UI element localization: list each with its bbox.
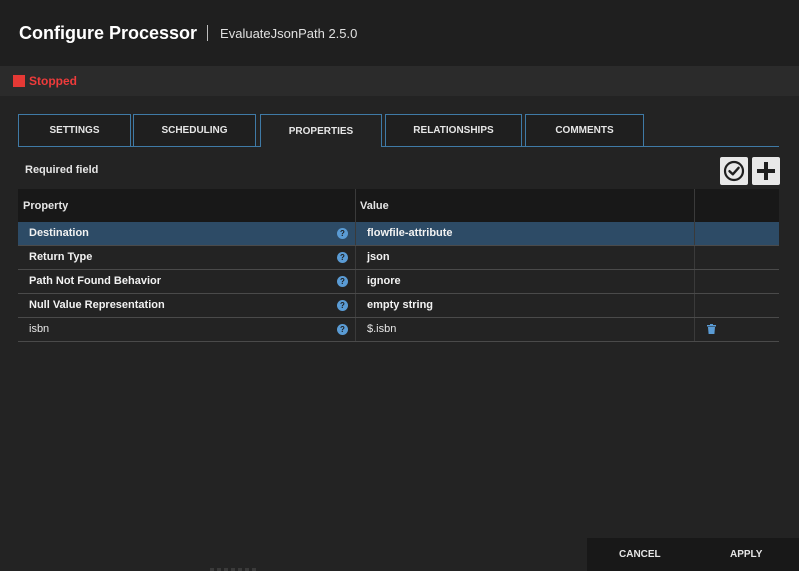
property-value: flowfile-attribute — [367, 227, 453, 239]
property-name: Return Type — [29, 251, 93, 263]
table-row[interactable]: Null Value Representation ? empty string — [18, 294, 779, 318]
property-value: $.isbn — [367, 323, 397, 335]
tab-properties[interactable]: PROPERTIES — [260, 114, 382, 147]
table-header: Property Value — [18, 189, 779, 222]
tab-relationships[interactable]: RELATIONSHIPS — [385, 114, 522, 146]
property-name-cell: Return Type ? — [18, 246, 356, 269]
check-circle-icon — [723, 160, 745, 182]
property-name: Null Value Representation — [29, 299, 165, 311]
dialog-title: Configure Processor — [19, 22, 198, 43]
actions-cell — [695, 270, 779, 293]
help-icon[interactable]: ? — [337, 252, 348, 263]
tab-label: SETTINGS — [49, 125, 100, 136]
tab-label: SCHEDULING — [161, 125, 228, 136]
tab-comments[interactable]: COMMENTS — [525, 114, 644, 146]
property-name-cell: Path Not Found Behavior ? — [18, 270, 356, 293]
help-icon[interactable]: ? — [337, 300, 348, 311]
cancel-button[interactable]: CANCEL — [619, 549, 661, 560]
dialog-footer: CANCEL APPLY — [587, 538, 799, 571]
actions-cell — [695, 318, 779, 341]
property-value-cell[interactable]: flowfile-attribute — [356, 222, 695, 245]
tab-scheduling[interactable]: SCHEDULING — [133, 114, 256, 146]
title-divider — [207, 25, 209, 41]
verify-button[interactable] — [720, 157, 748, 185]
table-row[interactable]: Path Not Found Behavior ? ignore — [18, 270, 779, 294]
table-row[interactable]: Return Type ? json — [18, 246, 779, 270]
status-bar: Stopped — [0, 66, 799, 96]
processor-type-version: EvaluateJsonPath 2.5.0 — [220, 25, 358, 41]
tab-label: COMMENTS — [555, 125, 614, 136]
help-icon[interactable]: ? — [337, 324, 348, 335]
help-icon[interactable]: ? — [337, 276, 348, 287]
property-value-cell[interactable]: json — [356, 246, 695, 269]
tab-settings[interactable]: SETTINGS — [18, 114, 131, 146]
column-header-actions — [695, 189, 779, 222]
tab-label: RELATIONSHIPS — [413, 125, 494, 136]
properties-table: Property Value Destination ? flowfile-at… — [18, 189, 779, 342]
property-name: isbn — [29, 323, 50, 335]
column-header-property[interactable]: Property — [18, 189, 356, 222]
trash-icon[interactable] — [707, 324, 716, 334]
apply-button[interactable]: APPLY — [730, 549, 762, 560]
property-value: json — [367, 251, 390, 263]
column-header-value[interactable]: Value — [356, 189, 695, 222]
dialog-header: Configure Processor EvaluateJsonPath 2.5… — [0, 0, 799, 66]
actions-cell — [695, 246, 779, 269]
property-name-cell: Destination ? — [18, 222, 356, 245]
required-field-label: Required field — [25, 164, 99, 176]
property-value-cell[interactable]: $.isbn — [356, 318, 695, 341]
actions-cell — [695, 294, 779, 317]
property-value: ignore — [367, 275, 401, 287]
property-value: empty string — [367, 299, 434, 311]
stopped-icon — [13, 75, 25, 87]
property-name-cell: isbn ? — [18, 318, 356, 341]
tab-label: PROPERTIES — [288, 125, 354, 137]
property-value-cell[interactable]: ignore — [356, 270, 695, 293]
table-row[interactable]: isbn ? $.isbn — [18, 318, 779, 342]
status-text: Stopped — [29, 74, 77, 88]
actions-cell — [695, 222, 779, 245]
configure-processor-dialog: Configure Processor EvaluateJsonPath 2.5… — [0, 0, 799, 571]
property-value-cell[interactable]: empty string — [356, 294, 695, 317]
add-property-button[interactable] — [752, 157, 780, 185]
property-name: Path Not Found Behavior — [29, 275, 161, 287]
property-name: Destination — [29, 227, 89, 239]
help-icon[interactable]: ? — [337, 228, 348, 239]
property-name-cell: Null Value Representation ? — [18, 294, 356, 317]
tab-bar: SETTINGS SCHEDULING PROPERTIES RELATIONS… — [18, 114, 779, 147]
table-row[interactable]: Destination ? flowfile-attribute — [18, 222, 779, 246]
plus-icon — [757, 162, 775, 180]
